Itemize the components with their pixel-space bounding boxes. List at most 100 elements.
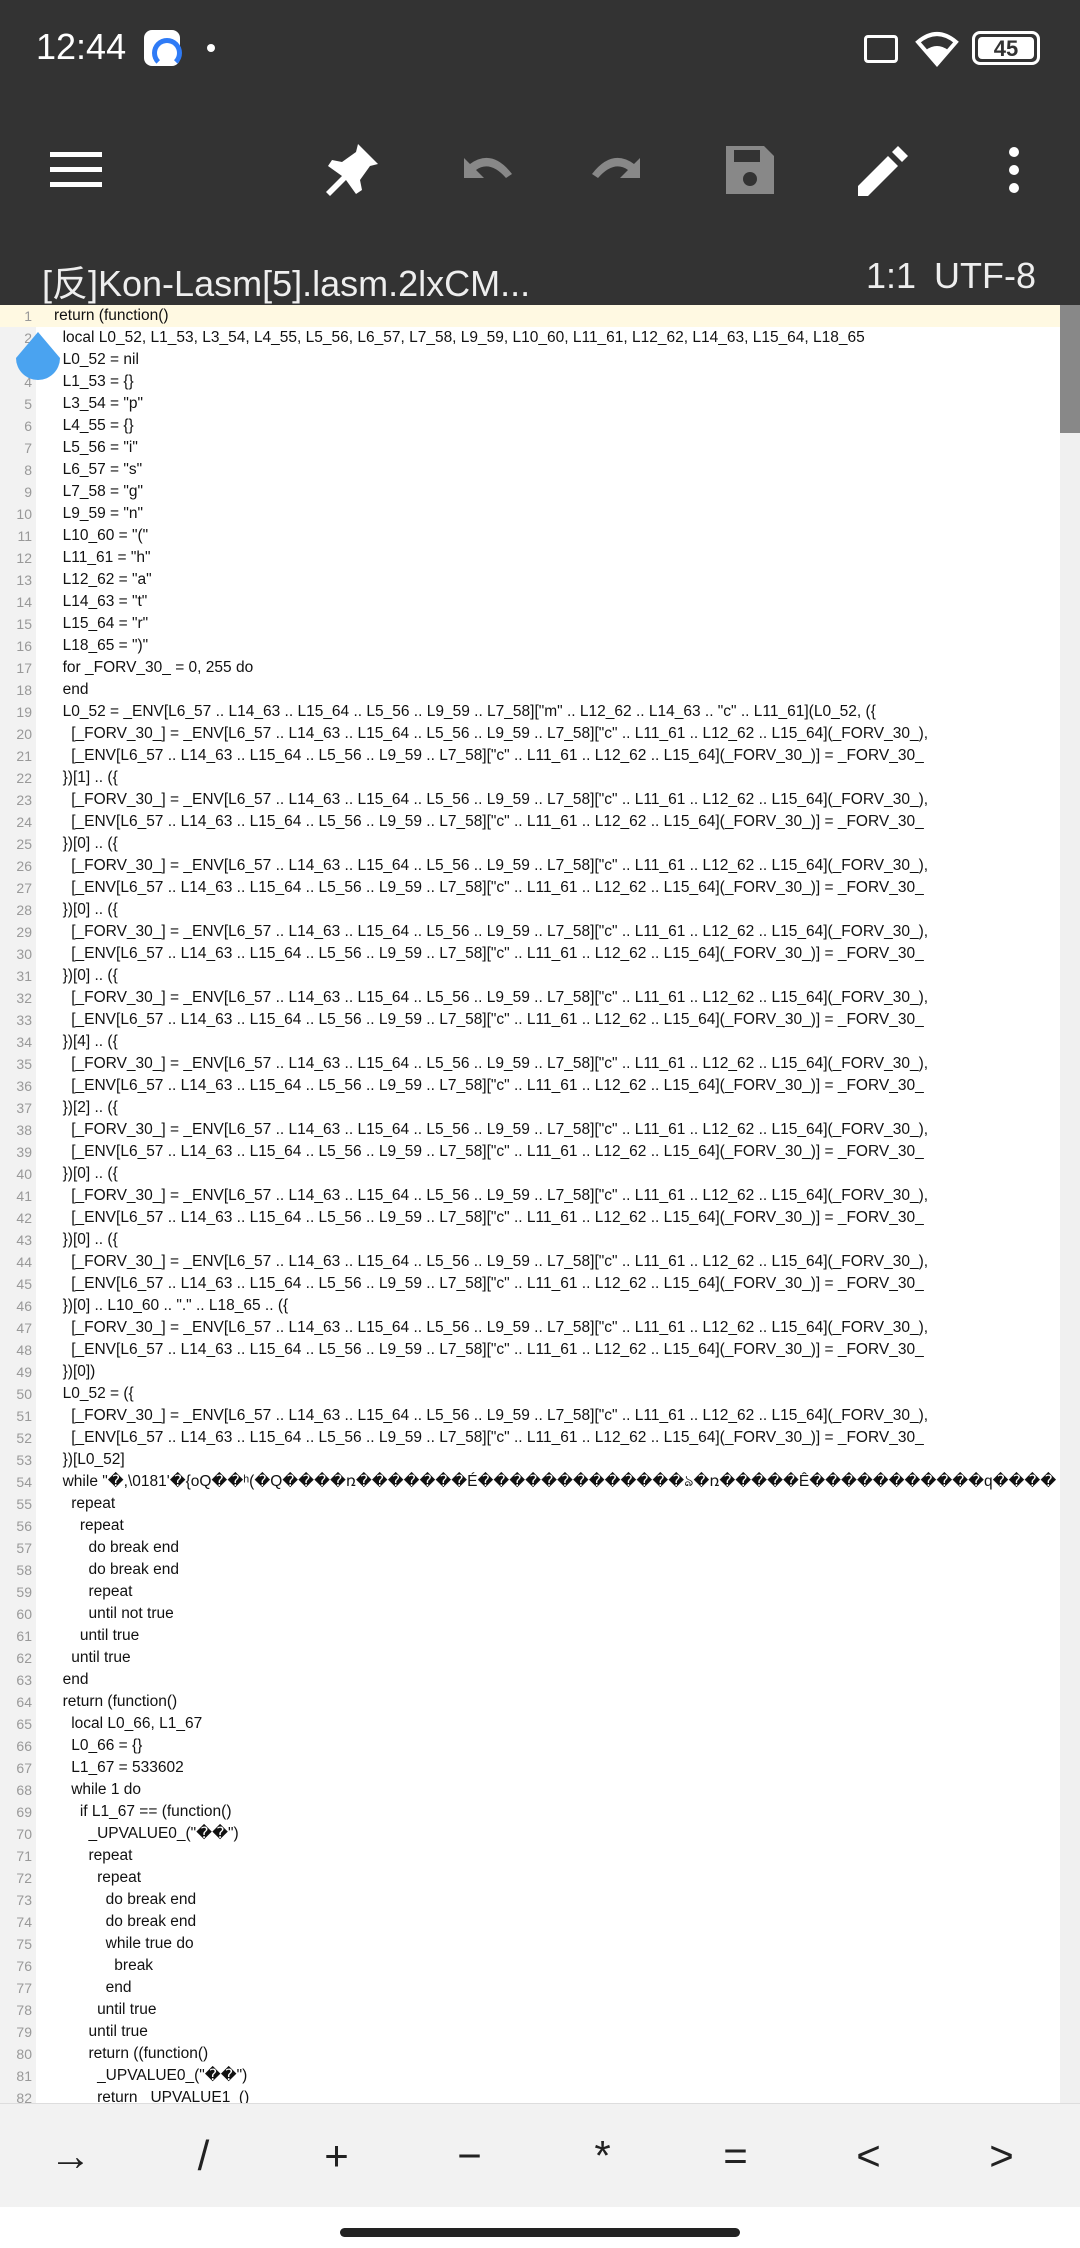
code-line[interactable]: 17 for _FORV_30_ = 0, 255 do: [0, 657, 1060, 679]
code-line[interactable]: 38 [_FORV_30_] = _ENV[L6_57 .. L14_63 ..…: [0, 1119, 1060, 1141]
undo-button[interactable]: [446, 130, 526, 210]
code-line[interactable]: 60 until not true: [0, 1603, 1060, 1625]
code-line[interactable]: 77 end: [0, 1977, 1060, 1999]
code-line[interactable]: 79 until true: [0, 2021, 1060, 2043]
save-button[interactable]: [710, 130, 790, 210]
code-line[interactable]: 59 repeat: [0, 1581, 1060, 1603]
code-line[interactable]: 46 })[0] .. L10_60 .. "." .. L18_65 .. (…: [0, 1295, 1060, 1317]
code-line[interactable]: 78 until true: [0, 1999, 1060, 2021]
code-line[interactable]: 29 [_FORV_30_] = _ENV[L6_57 .. L14_63 ..…: [0, 921, 1060, 943]
code-line[interactable]: 70 _UPVALUE0_("��"): [0, 1823, 1060, 1845]
code-line[interactable]: 28 })[0] .. ({: [0, 899, 1060, 921]
code-line[interactable]: 55 repeat: [0, 1493, 1060, 1515]
symbol-key[interactable]: =: [669, 2104, 802, 2208]
code-line[interactable]: 68 while 1 do: [0, 1779, 1060, 1801]
code-line[interactable]: 67 L1_67 = 533602: [0, 1757, 1060, 1779]
edit-button[interactable]: [842, 130, 922, 210]
code-line[interactable]: 8 L6_57 = "s": [0, 459, 1060, 481]
code-line[interactable]: 81 _UPVALUE0_("��"): [0, 2065, 1060, 2087]
code-line[interactable]: 7 L5_56 = "i": [0, 437, 1060, 459]
code-line[interactable]: 24 [_ENV[L6_57 .. L14_63 .. L15_64 .. L5…: [0, 811, 1060, 833]
cursor-drag-handle[interactable]: [12, 330, 64, 388]
code-line[interactable]: 14 L14_63 = "t": [0, 591, 1060, 613]
code-line[interactable]: 82 return _UPVALUE1_(): [0, 2087, 1060, 2103]
code-line[interactable]: 16 L18_65 = ")": [0, 635, 1060, 657]
code-line[interactable]: 64 return (function(): [0, 1691, 1060, 1713]
code-line[interactable]: 65 local L0_66, L1_67: [0, 1713, 1060, 1735]
symbol-key[interactable]: *: [536, 2104, 669, 2208]
code-line[interactable]: 5 L3_54 = "p": [0, 393, 1060, 415]
code-line[interactable]: 15 L15_64 = "r": [0, 613, 1060, 635]
code-line[interactable]: 48 [_ENV[L6_57 .. L14_63 .. L15_64 .. L5…: [0, 1339, 1060, 1361]
more-options-button[interactable]: [974, 130, 1054, 210]
scrollbar-thumb[interactable]: [1060, 305, 1080, 433]
symbol-key[interactable]: /: [137, 2104, 270, 2208]
symbol-key[interactable]: <: [802, 2104, 935, 2208]
symbol-key[interactable]: −: [403, 2104, 536, 2208]
code-line[interactable]: 75 while true do: [0, 1933, 1060, 1955]
code-line[interactable]: 2 local L0_52, L1_53, L3_54, L4_55, L5_5…: [0, 327, 1060, 349]
code-line[interactable]: 39 [_ENV[L6_57 .. L14_63 .. L15_64 .. L5…: [0, 1141, 1060, 1163]
code-line[interactable]: 66 L0_66 = {}: [0, 1735, 1060, 1757]
code-editor[interactable]: 1 return (function() 2 local L0_52, L1_53,…: [0, 305, 1080, 2103]
code-line[interactable]: 3 L0_52 = nil: [0, 349, 1060, 371]
code-line[interactable]: 1 return (function(): [0, 305, 1060, 327]
code-line[interactable]: 30 [_ENV[L6_57 .. L14_63 .. L15_64 .. L5…: [0, 943, 1060, 965]
code-line[interactable]: 6 L4_55 = {}: [0, 415, 1060, 437]
code-line[interactable]: 11 L10_60 = "(": [0, 525, 1060, 547]
code-line[interactable]: 45 [_ENV[L6_57 .. L14_63 .. L15_64 .. L5…: [0, 1273, 1060, 1295]
code-line[interactable]: 42 [_ENV[L6_57 .. L14_63 .. L15_64 .. L5…: [0, 1207, 1060, 1229]
code-line[interactable]: 47 [_FORV_30_] = _ENV[L6_57 .. L14_63 ..…: [0, 1317, 1060, 1339]
code-line[interactable]: 34 })[4] .. ({: [0, 1031, 1060, 1053]
code-line[interactable]: 40 })[0] .. ({: [0, 1163, 1060, 1185]
redo-button[interactable]: [578, 130, 658, 210]
code-line[interactable]: 50 L0_52 = ({: [0, 1383, 1060, 1405]
code-line[interactable]: 21 [_ENV[L6_57 .. L14_63 .. L15_64 .. L5…: [0, 745, 1060, 767]
code-line[interactable]: 44 [_FORV_30_] = _ENV[L6_57 .. L14_63 ..…: [0, 1251, 1060, 1273]
code-line[interactable]: 72 repeat: [0, 1867, 1060, 1889]
code-line[interactable]: 13 L12_62 = "a": [0, 569, 1060, 591]
code-line[interactable]: 33 [_ENV[L6_57 .. L14_63 .. L15_64 .. L5…: [0, 1009, 1060, 1031]
code-line[interactable]: 58 do break end: [0, 1559, 1060, 1581]
code-line[interactable]: 61 until true: [0, 1625, 1060, 1647]
code-line[interactable]: 36 [_ENV[L6_57 .. L14_63 .. L15_64 .. L5…: [0, 1075, 1060, 1097]
code-line[interactable]: 62 until true: [0, 1647, 1060, 1669]
code-line[interactable]: 80 return ((function(): [0, 2043, 1060, 2065]
code-line[interactable]: 19 L0_52 = _ENV[L6_57 .. L14_63 .. L15_6…: [0, 701, 1060, 723]
code-line[interactable]: 41 [_FORV_30_] = _ENV[L6_57 .. L14_63 ..…: [0, 1185, 1060, 1207]
symbol-key[interactable]: →: [4, 2104, 137, 2208]
code-line[interactable]: 56 repeat: [0, 1515, 1060, 1537]
code-line[interactable]: 27 [_ENV[L6_57 .. L14_63 .. L15_64 .. L5…: [0, 877, 1060, 899]
pin-button[interactable]: [312, 130, 392, 210]
code-line[interactable]: 23 [_FORV_30_] = _ENV[L6_57 .. L14_63 ..…: [0, 789, 1060, 811]
code-line[interactable]: 51 [_FORV_30_] = _ENV[L6_57 .. L14_63 ..…: [0, 1405, 1060, 1427]
file-encoding[interactable]: UTF-8: [934, 255, 1036, 297]
symbol-key[interactable]: +: [270, 2104, 403, 2208]
code-line[interactable]: 32 [_FORV_30_] = _ENV[L6_57 .. L14_63 ..…: [0, 987, 1060, 1009]
menu-button[interactable]: [36, 130, 116, 210]
code-line[interactable]: 9 L7_58 = "g": [0, 481, 1060, 503]
code-line[interactable]: 49 })[0]): [0, 1361, 1060, 1383]
code-line[interactable]: 52 [_ENV[L6_57 .. L14_63 .. L15_64 .. L5…: [0, 1427, 1060, 1449]
code-line[interactable]: 69 if L1_67 == (function(): [0, 1801, 1060, 1823]
code-line[interactable]: 53 })[L0_52]: [0, 1449, 1060, 1471]
code-line[interactable]: 43 })[0] .. ({: [0, 1229, 1060, 1251]
code-line[interactable]: 18 end: [0, 679, 1060, 701]
symbol-key[interactable]: >: [935, 2104, 1068, 2208]
code-line[interactable]: 71 repeat: [0, 1845, 1060, 1867]
code-line[interactable]: 4 L1_53 = {}: [0, 371, 1060, 393]
code-line[interactable]: 73 do break end: [0, 1889, 1060, 1911]
code-line[interactable]: 35 [_FORV_30_] = _ENV[L6_57 .. L14_63 ..…: [0, 1053, 1060, 1075]
code-line[interactable]: 57 do break end: [0, 1537, 1060, 1559]
file-name[interactable]: [反]Kon-Lasm[5].lasm.2lxCM...: [42, 255, 530, 307]
code-line[interactable]: 20 [_FORV_30_] = _ENV[L6_57 .. L14_63 ..…: [0, 723, 1060, 745]
gesture-nav-bar[interactable]: [340, 2228, 740, 2237]
code-line[interactable]: 63 end: [0, 1669, 1060, 1691]
code-line[interactable]: 26 [_FORV_30_] = _ENV[L6_57 .. L14_63 ..…: [0, 855, 1060, 877]
scrollbar-track[interactable]: [1060, 305, 1080, 2103]
code-line[interactable]: 74 do break end: [0, 1911, 1060, 1933]
code-line[interactable]: 12 L11_61 = "h": [0, 547, 1060, 569]
code-line[interactable]: 54 while "�,\0181'�{oQ��ʰ(�Q����ռ�������…: [0, 1471, 1060, 1493]
code-line[interactable]: 22 })[1] .. ({: [0, 767, 1060, 789]
code-line[interactable]: 31 })[0] .. ({: [0, 965, 1060, 987]
